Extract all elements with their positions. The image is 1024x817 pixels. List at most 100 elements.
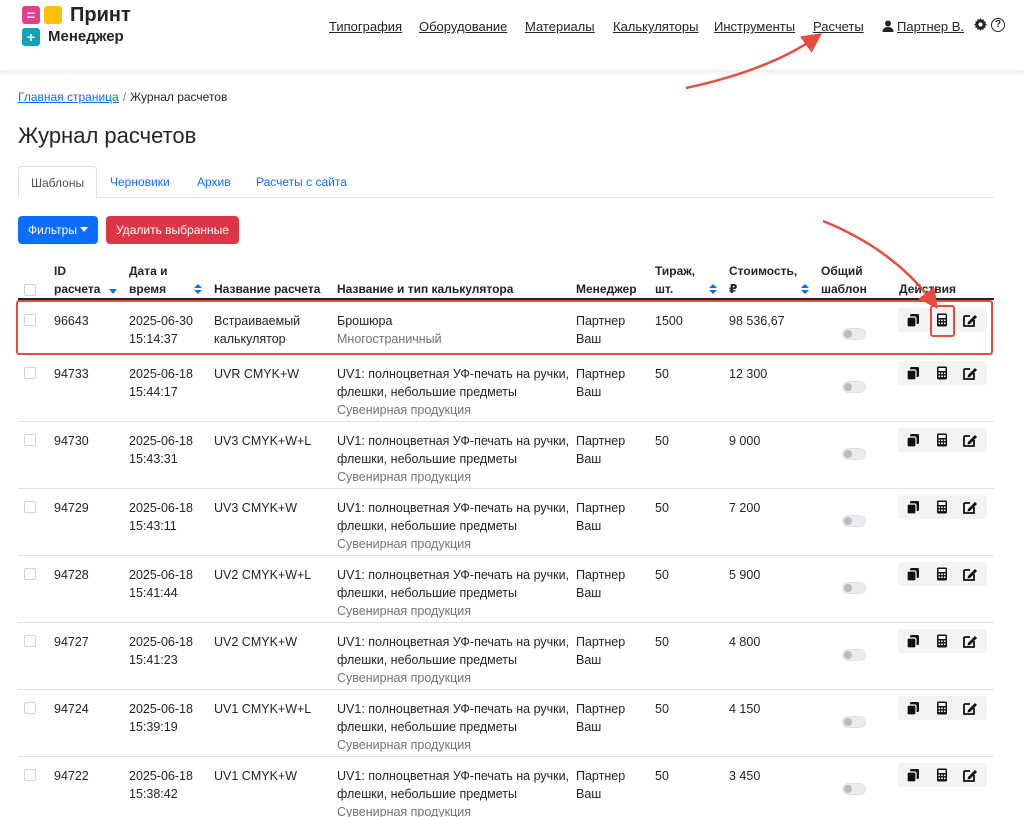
- row-calculation-name: UV2 CMYK+W+L: [214, 566, 311, 584]
- nav-link-tools[interactable]: Инструменты: [714, 19, 795, 34]
- table-row: 94733 2025-06-18 15:44:17 UVR CMYK+W UV1: по…: [18, 355, 994, 422]
- row-quantity: 50: [655, 702, 669, 716]
- row-id: 94728: [54, 568, 89, 582]
- copy-icon[interactable]: [906, 701, 920, 715]
- row-id: 94730: [54, 434, 89, 448]
- table-row: 96643 2025-06-30 15:14:37 Встраиваемый кальк…: [18, 302, 994, 355]
- calculator-icon[interactable]: [935, 366, 949, 380]
- row-manager-line2: Ваш: [576, 332, 602, 346]
- table-row: 94730 2025-06-18 15:43:31 UV3 CMYK+W+L UV1: …: [18, 422, 994, 489]
- shared-template-toggle[interactable]: [842, 381, 866, 393]
- copy-icon[interactable]: [906, 366, 920, 380]
- row-cost: 7 200: [729, 501, 761, 515]
- row-checkbox[interactable]: [24, 568, 36, 580]
- tab-archive[interactable]: Архив: [197, 166, 231, 198]
- row-calculator-type: Сувенирная продукция: [337, 403, 471, 417]
- edit-icon[interactable]: [963, 567, 977, 581]
- row-quantity: 50: [655, 367, 669, 381]
- sort-icon[interactable]: [801, 284, 809, 294]
- copy-icon[interactable]: [906, 567, 920, 581]
- edit-icon[interactable]: [963, 366, 977, 380]
- nav-link-equipment[interactable]: Оборудование: [419, 19, 507, 34]
- row-manager: Партнер Ваш: [576, 365, 625, 401]
- row-calculator-type: Сувенирная продукция: [337, 738, 471, 752]
- row-checkbox[interactable]: [24, 769, 36, 781]
- row-checkbox[interactable]: [24, 635, 36, 647]
- gear-icon[interactable]: [974, 18, 987, 31]
- sort-desc-icon[interactable]: [109, 286, 117, 296]
- filters-button[interactable]: Фильтры: [18, 216, 98, 244]
- header-cost-line2[interactable]: ₽: [729, 280, 737, 298]
- row-calculator-line1: Брошюра: [337, 314, 393, 328]
- row-calculator: UV1: полноцветная УФ-печать на ручки, фле…: [337, 700, 569, 754]
- help-icon[interactable]: ?: [991, 18, 1005, 32]
- tab-templates[interactable]: Шаблоны: [18, 166, 98, 199]
- row-checkbox[interactable]: [24, 434, 36, 446]
- row-manager-line1: Партнер: [576, 434, 626, 448]
- tab-drafts[interactable]: Черновики: [110, 166, 170, 198]
- copy-icon[interactable]: [906, 768, 920, 782]
- edit-icon[interactable]: [963, 313, 977, 327]
- calculator-icon[interactable]: [935, 634, 949, 648]
- edit-icon[interactable]: [963, 500, 977, 514]
- user-menu[interactable]: Партнер В.: [882, 19, 964, 34]
- calculator-icon[interactable]: [935, 313, 949, 327]
- row-time: 15:43:11: [129, 519, 177, 533]
- row-checkbox[interactable]: [24, 367, 36, 379]
- nav-link-calculations[interactable]: Расчеты: [813, 19, 864, 34]
- row-checkbox[interactable]: [24, 501, 36, 513]
- row-checkbox[interactable]: [24, 702, 36, 714]
- edit-icon[interactable]: [963, 701, 977, 715]
- nav-link-printing[interactable]: Типография: [329, 19, 402, 34]
- shared-template-toggle[interactable]: [842, 515, 866, 527]
- tab-site-calculations[interactable]: Расчеты с сайта: [256, 166, 347, 198]
- shared-template-toggle[interactable]: [842, 783, 866, 795]
- shared-template-toggle[interactable]: [842, 582, 866, 594]
- row-manager: Партнер Ваш: [576, 312, 625, 348]
- row-checkbox[interactable]: [24, 314, 36, 326]
- calculator-icon[interactable]: [935, 500, 949, 514]
- header-shared-line2: шаблон: [821, 282, 867, 296]
- calculator-icon[interactable]: [935, 567, 949, 581]
- calculator-icon[interactable]: [935, 768, 949, 782]
- edit-icon[interactable]: [963, 634, 977, 648]
- row-quantity: 50: [655, 635, 669, 649]
- row-date: 2025-06-18: [129, 501, 193, 515]
- row-id: 94729: [54, 501, 89, 515]
- sort-icon[interactable]: [709, 284, 717, 294]
- row-cost: 4 150: [729, 702, 761, 716]
- edit-icon[interactable]: [963, 433, 977, 447]
- calculator-icon[interactable]: [935, 701, 949, 715]
- copy-icon[interactable]: [906, 500, 920, 514]
- calculator-icon[interactable]: [935, 433, 949, 447]
- copy-icon[interactable]: [906, 634, 920, 648]
- row-id: 94724: [54, 702, 89, 716]
- row-actions: [898, 495, 987, 519]
- row-manager-line2: Ваш: [576, 720, 602, 734]
- select-all-checkbox[interactable]: [24, 284, 36, 296]
- edit-icon[interactable]: [963, 768, 977, 782]
- page-title: Журнал расчетов: [18, 123, 197, 148]
- shared-template-toggle[interactable]: [842, 328, 866, 340]
- shared-template-toggle[interactable]: [842, 716, 866, 728]
- shared-template-toggle[interactable]: [842, 448, 866, 460]
- row-calculator: Брошюра Многостраничный: [337, 312, 442, 348]
- delete-selected-button[interactable]: Удалить выбранные: [106, 216, 239, 244]
- copy-icon[interactable]: [906, 433, 920, 447]
- header-actions: Действия: [899, 282, 957, 296]
- nav-link-materials[interactable]: Материалы: [525, 19, 595, 34]
- shared-template-toggle[interactable]: [842, 649, 866, 661]
- sort-icon[interactable]: [194, 284, 202, 294]
- app-logo[interactable]: = + Принт Менеджер: [22, 4, 142, 48]
- row-calculator-line2: флешки, небольшие предметы: [337, 653, 518, 667]
- breadcrumb-home-link[interactable]: Главная страница: [18, 90, 119, 104]
- header-date-line2[interactable]: время: [129, 280, 166, 298]
- row-manager-line2: Ваш: [576, 519, 602, 533]
- header-quantity-line2[interactable]: шт.: [655, 280, 673, 298]
- row-actions: [898, 361, 987, 385]
- header-id-line2[interactable]: расчета: [54, 280, 100, 298]
- copy-icon[interactable]: [906, 313, 920, 327]
- nav-link-calculators[interactable]: Калькуляторы: [613, 19, 698, 34]
- row-cost: 98 536,67: [729, 314, 785, 328]
- logo-square-yellow: [44, 6, 62, 24]
